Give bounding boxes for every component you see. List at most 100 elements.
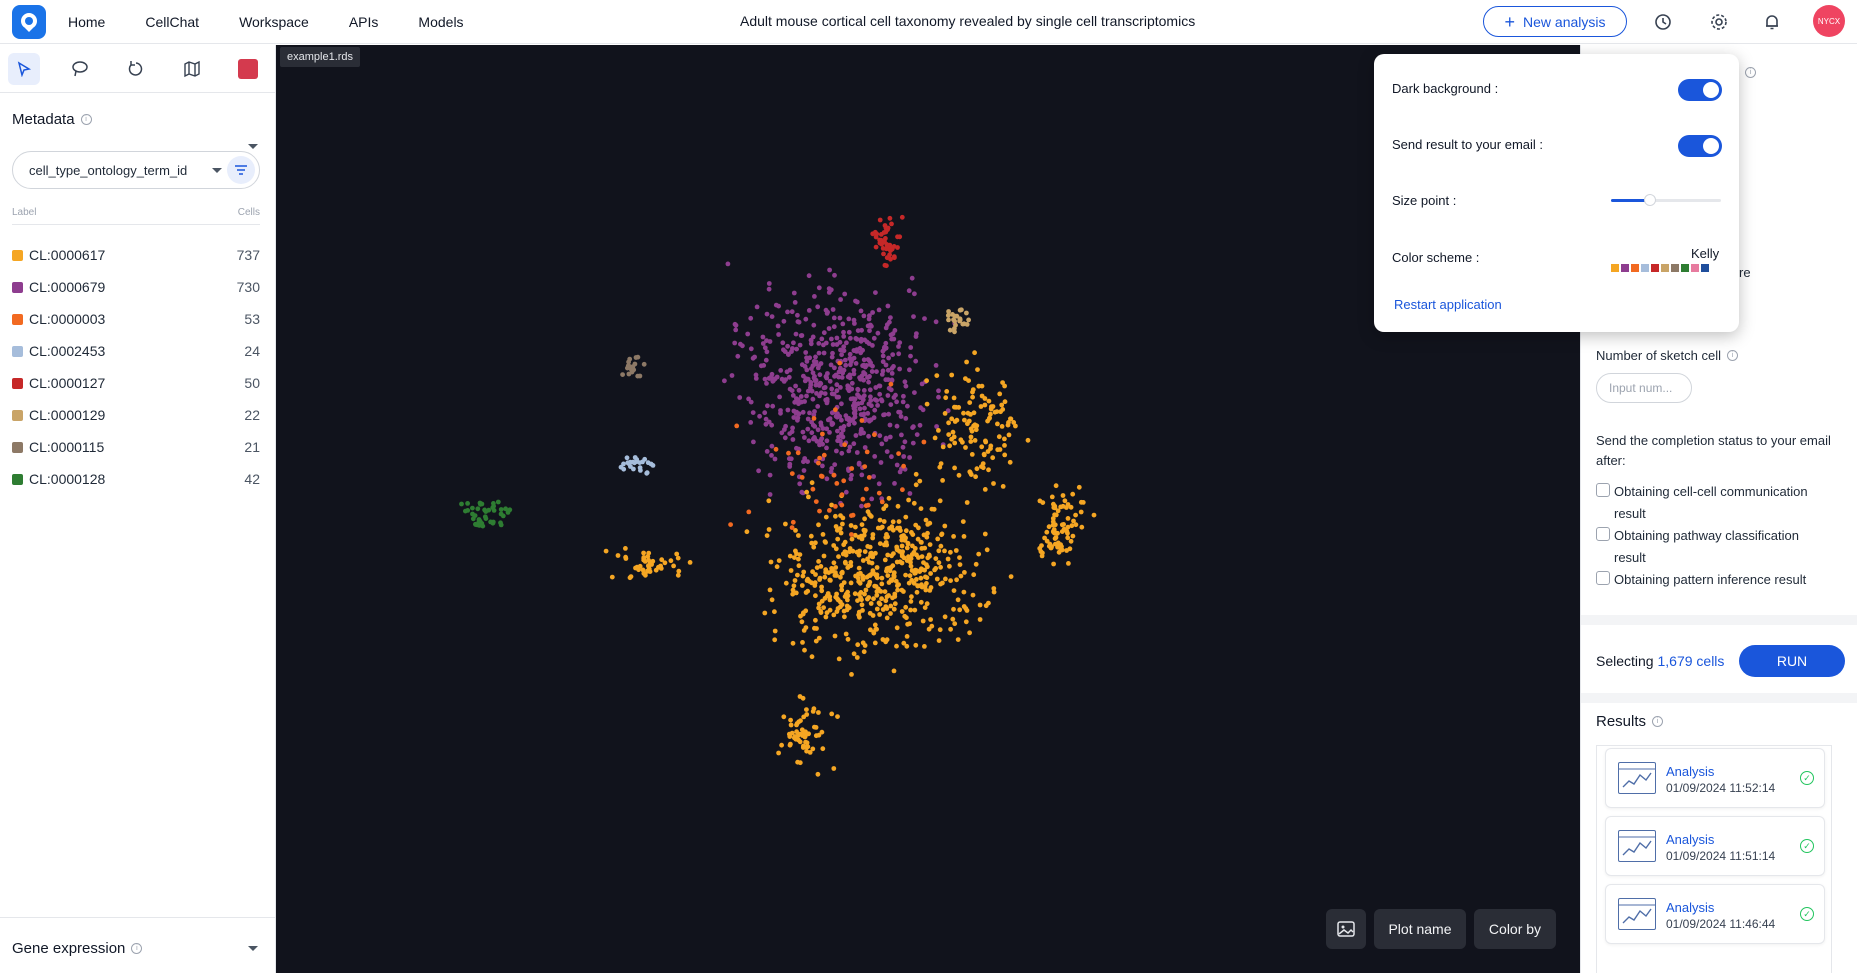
- cell-point: [1073, 522, 1079, 528]
- cell-point: [789, 525, 795, 530]
- result-card[interactable]: Analysis 01/09/2024 11:52:14 ✓: [1605, 748, 1825, 808]
- cell-point: [949, 416, 955, 422]
- cell-point: [845, 636, 851, 642]
- new-analysis-button[interactable]: + New analysis: [1483, 6, 1627, 37]
- send-email-toggle[interactable]: [1678, 135, 1722, 157]
- cell-point: [908, 345, 914, 350]
- selecting-count[interactable]: 1,679 cells: [1657, 653, 1724, 669]
- color-by-button[interactable]: Color by: [1474, 909, 1556, 949]
- export-image-button[interactable]: [1326, 909, 1366, 949]
- legend-item[interactable]: CL:0000003 53: [12, 303, 260, 335]
- cell-point: [816, 710, 821, 715]
- nav-apis[interactable]: APIs: [349, 14, 379, 30]
- reset-icon[interactable]: [120, 53, 152, 85]
- legend-item[interactable]: CL:0002453 24: [12, 335, 260, 367]
- legend-item[interactable]: CL:0000617 737: [12, 239, 260, 271]
- cell-point: [954, 417, 960, 423]
- metadata-header[interactable]: Metadata i: [12, 111, 92, 128]
- checkbox-pattern[interactable]: [1596, 571, 1610, 585]
- cell-point: [826, 286, 832, 291]
- sketch-cell-input[interactable]: Input num...: [1596, 373, 1692, 403]
- cell-point: [896, 344, 901, 349]
- cell-point: [1051, 561, 1056, 567]
- run-button[interactable]: RUN: [1739, 645, 1845, 677]
- cell-point: [902, 538, 908, 543]
- info-icon: i: [80, 114, 92, 125]
- nav-models[interactable]: Models: [418, 14, 463, 30]
- chevron-down-icon[interactable]: [248, 946, 258, 951]
- cell-point: [750, 355, 756, 361]
- slider-handle[interactable]: [1643, 194, 1656, 206]
- cell-point: [840, 321, 846, 327]
- legend-item[interactable]: CL:0000128 42: [12, 463, 260, 495]
- cell-point: [852, 400, 857, 406]
- color-scheme-name[interactable]: Kelly: [1691, 246, 1719, 261]
- cell-point: [787, 742, 793, 748]
- history-icon[interactable]: [1651, 10, 1675, 34]
- color-scheme-swatches[interactable]: [1611, 264, 1709, 272]
- cell-point: [1065, 530, 1070, 536]
- cell-point: [789, 429, 795, 435]
- cell-point: [782, 427, 787, 432]
- chevron-down-icon[interactable]: [212, 168, 222, 173]
- avatar[interactable]: NYCX: [1813, 5, 1845, 37]
- plot-name-button[interactable]: Plot name: [1374, 909, 1466, 949]
- cell-point: [966, 317, 971, 323]
- pointer-icon[interactable]: [8, 52, 40, 85]
- result-title[interactable]: Analysis: [1666, 900, 1714, 915]
- result-card[interactable]: Analysis 01/09/2024 11:46:44 ✓: [1605, 884, 1825, 944]
- nav-home[interactable]: Home: [68, 14, 105, 30]
- map-icon[interactable]: [176, 53, 208, 85]
- size-point-slider[interactable]: [1611, 194, 1721, 206]
- cell-point: [916, 555, 921, 560]
- cell-point: [805, 388, 811, 394]
- bell-icon[interactable]: [1760, 10, 1784, 34]
- checkbox-communication[interactable]: [1596, 483, 1610, 497]
- result-title[interactable]: Analysis: [1666, 832, 1714, 847]
- cell-point: [947, 443, 952, 449]
- cell-point: [914, 331, 919, 336]
- cell-point: [938, 564, 943, 570]
- legend-item[interactable]: CL:0000679 730: [12, 271, 260, 303]
- cell-point: [820, 532, 826, 537]
- cell-point: [912, 546, 918, 551]
- nav-cellchat[interactable]: CellChat: [145, 14, 199, 30]
- cell-point: [858, 338, 864, 344]
- filter-button[interactable]: [227, 156, 255, 184]
- cell-point: [879, 575, 885, 581]
- nav-workspace[interactable]: Workspace: [239, 14, 309, 30]
- cell-point: [879, 372, 885, 377]
- cell-point: [1007, 459, 1013, 465]
- gene-expression-header[interactable]: Gene expression i: [12, 940, 143, 957]
- cell-point: [889, 336, 895, 342]
- cell-point: [623, 554, 628, 560]
- cell-point: [940, 580, 945, 586]
- cell-point: [959, 307, 964, 313]
- cell-point: [630, 366, 636, 372]
- metadata-select[interactable]: cell_type_ontology_term_id: [12, 151, 260, 189]
- app-logo-icon[interactable]: [12, 5, 46, 39]
- cell-point: [886, 355, 891, 361]
- chevron-down-icon[interactable]: [248, 144, 258, 149]
- gear-icon[interactable]: [1707, 10, 1731, 34]
- lasso-icon[interactable]: [64, 53, 96, 85]
- cell-point: [916, 525, 921, 531]
- dark-background-toggle[interactable]: [1678, 79, 1722, 101]
- cell-point: [802, 364, 808, 369]
- cell-point: [722, 378, 727, 384]
- cell-point: [800, 429, 806, 435]
- legend-item[interactable]: CL:0000115 21: [12, 431, 260, 463]
- result-title[interactable]: Analysis: [1666, 764, 1714, 779]
- color-picker-button[interactable]: [232, 53, 264, 85]
- restart-application-link[interactable]: Restart application: [1394, 297, 1502, 312]
- cell-point: [896, 409, 901, 415]
- cell-point: [803, 350, 809, 355]
- cell-point: [885, 303, 891, 309]
- cell-point: [836, 369, 842, 375]
- legend-item[interactable]: CL:0000129 22: [12, 399, 260, 431]
- cell-point: [786, 450, 791, 456]
- result-card[interactable]: Analysis 01/09/2024 11:51:14 ✓: [1605, 816, 1825, 876]
- legend-item[interactable]: CL:0000127 50: [12, 367, 260, 399]
- checkbox-pathway[interactable]: [1596, 527, 1610, 541]
- cell-point: [757, 413, 762, 419]
